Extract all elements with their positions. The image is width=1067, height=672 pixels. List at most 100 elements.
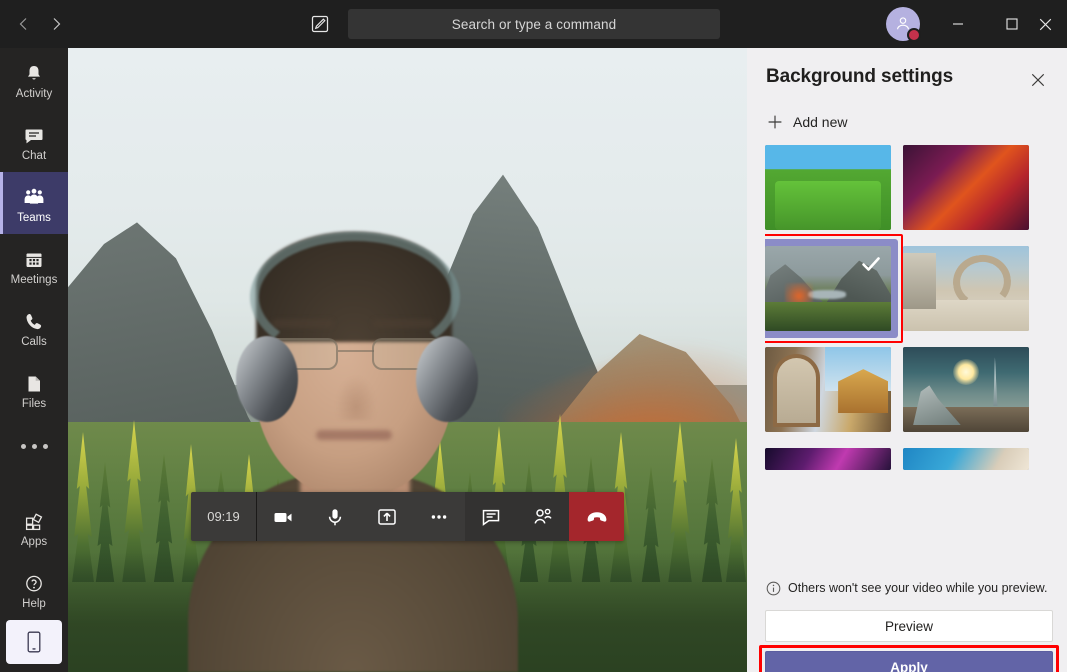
chat-bubble-icon [479, 505, 503, 529]
bell-icon [23, 59, 45, 85]
participant-mouth [316, 430, 392, 440]
avatar[interactable] [886, 7, 920, 41]
new-chat-button[interactable] [306, 10, 334, 38]
hang-up-button[interactable] [569, 492, 624, 541]
search-placeholder: Search or type a command [452, 17, 616, 32]
sidebar-item-meetings[interactable]: Meetings [0, 234, 68, 296]
sidebar-item-apps[interactable]: Apps [0, 496, 68, 558]
title-bar: Search or type a command [0, 0, 1067, 48]
thumbnail-image[interactable] [765, 145, 891, 230]
hangup-phone-icon [584, 504, 610, 530]
background-option-alien-landscape[interactable] [903, 347, 1029, 432]
close-window-button[interactable] [1022, 0, 1067, 48]
minimize-icon [952, 18, 964, 30]
background-thumbnail-list[interactable] [765, 145, 1053, 520]
sidebar-item-label: Files [22, 398, 46, 410]
checkmark-icon [860, 253, 882, 280]
background-option-minecraft-village[interactable] [765, 145, 891, 230]
video-stage: 09:19 [68, 48, 747, 672]
navigation-arrows [8, 8, 72, 40]
forward-button[interactable] [40, 8, 72, 40]
chevron-right-icon [48, 16, 64, 32]
ellipsis-icon-dot [32, 444, 37, 449]
mobile-phone-icon [25, 630, 43, 654]
ellipsis-icon [427, 505, 451, 529]
background-option-nebula[interactable] [765, 448, 891, 470]
plus-icon [765, 112, 785, 132]
download-mobile-app-button[interactable] [6, 620, 62, 664]
compose-message-icon [310, 14, 330, 34]
background-option-medieval-archway[interactable] [765, 347, 891, 432]
thumbnail-image[interactable] [765, 347, 891, 432]
preview-button[interactable]: Preview [765, 610, 1053, 642]
sidebar-item-label: Apps [21, 536, 47, 548]
thumbnail-image[interactable] [903, 448, 1029, 470]
participant-nose [336, 376, 376, 420]
toggle-camera-button[interactable] [257, 492, 309, 541]
headphone-earcup-left [236, 336, 298, 422]
search-input[interactable]: Search or type a command [348, 9, 720, 39]
apps-icon [23, 507, 45, 533]
add-new-label: Add new [793, 114, 847, 130]
calendar-icon [23, 245, 45, 271]
call-duration-timer: 09:19 [191, 492, 257, 541]
maximize-icon [1006, 18, 1018, 30]
sidebar-item-chat[interactable]: Chat [0, 110, 68, 172]
thumbnail-image[interactable] [903, 347, 1029, 432]
sidebar-item-activity[interactable]: Activity [0, 48, 68, 110]
thumbnail-image[interactable] [765, 448, 891, 470]
sidebar-item-label: Teams [17, 212, 51, 224]
sidebar-item-label: Calls [21, 336, 47, 348]
more-apps-button[interactable] [0, 420, 68, 472]
sidebar-item-files[interactable]: Files [0, 358, 68, 420]
share-screen-icon [375, 505, 399, 529]
show-conversation-button[interactable] [465, 492, 517, 541]
background-option-coastal[interactable] [903, 448, 1029, 470]
add-new-background-button[interactable]: Add new [765, 110, 847, 134]
teams-people-icon [22, 183, 46, 209]
ellipsis-icon-dot [43, 444, 48, 449]
more-actions-button[interactable] [413, 492, 465, 541]
background-thumbnail-grid [765, 145, 1053, 470]
minimize-button[interactable] [935, 0, 981, 48]
apply-button-wrapper: Apply [765, 651, 1053, 672]
info-icon [765, 580, 781, 596]
phone-icon [23, 307, 45, 333]
ellipsis-icon-dot [21, 444, 26, 449]
toggle-microphone-button[interactable] [309, 492, 361, 541]
background-option-halo-installation[interactable] [903, 246, 1029, 331]
sidebar-item-help[interactable]: Help [0, 558, 68, 620]
meeting-control-bar: 09:19 [191, 492, 624, 541]
show-participants-button[interactable] [517, 492, 569, 541]
sidebar-item-label: Activity [16, 88, 52, 100]
share-screen-button[interactable] [361, 492, 413, 541]
background-settings-panel: Background settings Add new [747, 48, 1067, 672]
page-title: Background settings [766, 66, 953, 88]
close-icon [1031, 73, 1045, 87]
thumbnail-image[interactable] [903, 246, 1029, 331]
sidebar-item-label: Help [22, 598, 46, 610]
file-icon [23, 369, 45, 395]
back-button[interactable] [8, 8, 40, 40]
preview-notice-text: Others won't see your video while you pr… [788, 581, 1047, 595]
thumbnail-image[interactable] [903, 145, 1029, 230]
video-camera-icon [271, 505, 295, 529]
preview-notice: Others won't see your video while you pr… [765, 580, 1055, 596]
close-icon [1039, 18, 1052, 31]
sidebar-item-calls[interactable]: Calls [0, 296, 68, 358]
close-panel-button[interactable] [1028, 70, 1048, 90]
presence-status-badge [907, 28, 921, 42]
chevron-left-icon [16, 16, 32, 32]
sidebar-item-label: Meetings [11, 274, 58, 286]
background-option-minecraft-nether[interactable] [903, 145, 1029, 230]
rail-bottom-group: Apps Help [0, 496, 68, 672]
background-option-mountain-valley[interactable] [765, 246, 891, 331]
microphone-icon [323, 505, 347, 529]
apply-button[interactable]: Apply [765, 651, 1053, 672]
teams-window: Search or type a command [0, 0, 1067, 672]
people-icon [531, 505, 555, 529]
left-navigation-rail: Activity Chat [0, 48, 68, 672]
sidebar-item-teams[interactable]: Teams [0, 172, 68, 234]
chat-bubble-icon [23, 121, 45, 147]
help-circle-icon [23, 569, 45, 595]
